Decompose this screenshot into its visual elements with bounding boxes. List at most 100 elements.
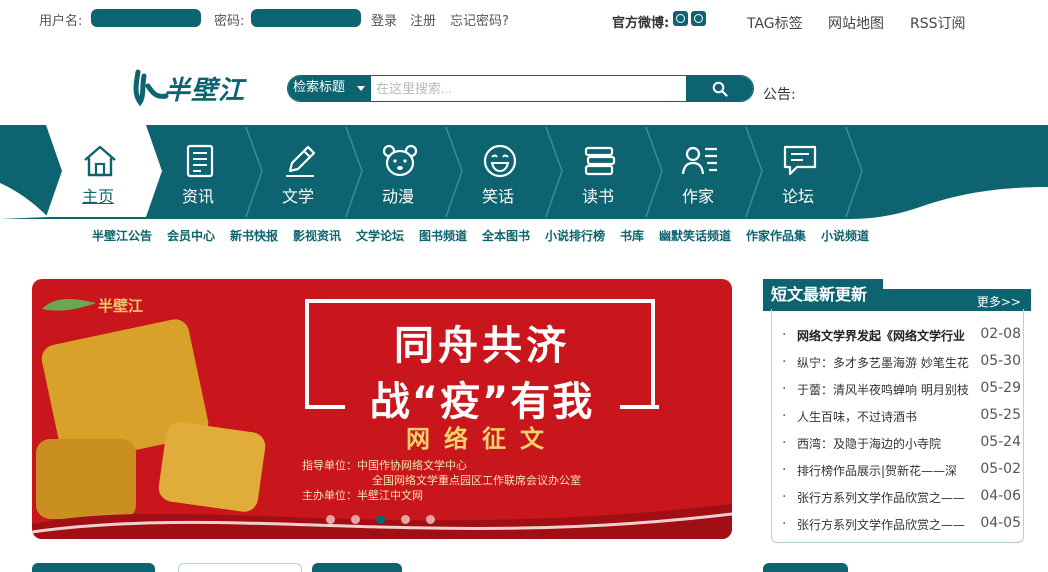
bear-icon xyxy=(382,144,418,177)
list-item-title[interactable]: 西湾：及隐于海边的小寺院 xyxy=(797,435,973,452)
nav-news[interactable]: 资讯 xyxy=(148,125,248,218)
list-item-date: 05-25 xyxy=(980,407,1021,423)
list-item-title[interactable]: 网络文学界发起《网络文学行业 xyxy=(797,327,973,344)
password-input[interactable] xyxy=(251,9,361,27)
subnav-item-new-books[interactable]: 新书快报 xyxy=(230,227,278,244)
books-icon xyxy=(584,146,616,176)
section-tab-peek-middle xyxy=(312,563,402,572)
list-item[interactable]: · 网络文学界发起《网络文学行业 02-08 xyxy=(772,326,1025,347)
sitemap-link[interactable]: 网站地图 xyxy=(828,13,884,33)
banner-ribbon xyxy=(32,504,732,539)
subnav-item-writer-works[interactable]: 作家作品集 xyxy=(746,227,806,244)
bullet-icon: · xyxy=(782,489,787,505)
subnav-item-ranking[interactable]: 小说排行榜 xyxy=(545,227,605,244)
forgot-password-link[interactable]: 忘记密码? xyxy=(450,10,509,29)
list-item[interactable]: · 人生百味，不过诗酒书 05-25 xyxy=(772,407,1025,428)
subnav-item-novels[interactable]: 小说频道 xyxy=(821,227,869,244)
chat-icon xyxy=(783,145,817,176)
weibo-label: 官方微博: xyxy=(612,16,670,31)
latest-short-articles-panel: 短文最新更新 更多>> · 网络文学界发起《网络文学行业 02-08 · 纵宁：… xyxy=(763,279,1031,543)
nav-forum[interactable]: 论坛 xyxy=(748,125,848,218)
list-item-title[interactable]: 排行榜作品展示|贺新花——深 xyxy=(797,462,973,479)
list-item[interactable]: · 排行榜作品展示|贺新花——深 05-02 xyxy=(772,461,1025,482)
list-item-title[interactable]: 张行方系列文学作品欣赏之—— xyxy=(797,516,973,533)
carousel-dot-3[interactable] xyxy=(376,515,385,524)
rss-link[interactable]: RSS订阅 xyxy=(910,13,966,33)
bullet-icon: · xyxy=(782,408,787,424)
register-link[interactable]: 注册 xyxy=(410,10,436,29)
section-tab-peek-right xyxy=(763,563,848,572)
subnav-item-humor[interactable]: 幽默笑话频道 xyxy=(659,227,731,244)
subnav-item-full-books[interactable]: 全本图书 xyxy=(482,227,530,244)
list-item[interactable]: · 纵宁：多才多艺墨海游 妙笔生花 05-30 xyxy=(772,353,1025,374)
banner-leaf-icon xyxy=(42,299,96,311)
panel-header: 短文最新更新 更多>> xyxy=(763,279,1031,311)
carousel-dot-2[interactable] xyxy=(351,515,360,524)
username-input[interactable] xyxy=(91,9,201,27)
subnav-item-books-channel[interactable]: 图书频道 xyxy=(419,227,467,244)
nav-label-reading: 读书 xyxy=(581,187,614,206)
search-input[interactable] xyxy=(374,76,684,101)
nav-label-literature: 文学 xyxy=(281,187,314,206)
nav-home[interactable]: 主页 xyxy=(48,125,148,218)
bullet-icon: · xyxy=(782,327,787,343)
site-logo[interactable]: 半壁江 xyxy=(130,66,270,108)
search-scope-select[interactable]: 检索标题 xyxy=(288,76,371,101)
nav-label-anime: 动漫 xyxy=(381,187,414,206)
list-item[interactable]: · 张行方系列文学作品欣赏之—— 04-06 xyxy=(772,488,1025,509)
tag-link[interactable]: TAG标签 xyxy=(747,13,803,33)
notice-label: 公告: xyxy=(763,87,796,103)
list-item-title[interactable]: 人生百味，不过诗酒书 xyxy=(797,408,973,425)
tencent-weibo-icon[interactable] xyxy=(691,11,706,26)
search-icon xyxy=(712,81,728,97)
bullet-icon: · xyxy=(782,462,787,478)
login-link[interactable]: 登录 xyxy=(371,10,397,29)
subnav-item-lit-forum[interactable]: 文学论坛 xyxy=(356,227,404,244)
home-icon xyxy=(84,145,116,177)
subnav-item-announcement[interactable]: 半壁江公告 xyxy=(92,227,152,244)
carousel-dot-1[interactable] xyxy=(326,515,335,524)
carousel-dot-4[interactable] xyxy=(401,515,410,524)
main-nav: 主页 资讯 文学 动漫 笑话 读书 作家 论坛 xyxy=(0,125,1048,220)
search-button[interactable] xyxy=(686,76,753,101)
nav-jokes[interactable]: 笑话 xyxy=(448,125,548,218)
password-label: 密码: xyxy=(214,14,245,29)
nav-label-news: 资讯 xyxy=(181,187,214,206)
banner-logo-text: 半壁江 xyxy=(98,297,144,315)
list-item[interactable]: · 张行方系列文学作品欣赏之—— 04-05 xyxy=(772,515,1025,536)
logo-text: 半壁江 xyxy=(164,76,246,106)
banner-org-line1: 指导单位：中国作协网络文学中心 xyxy=(302,459,467,472)
banner-title-line1: 同舟共济 xyxy=(394,323,570,369)
nav-anime[interactable]: 动漫 xyxy=(348,125,448,218)
list-item-date: 05-02 xyxy=(980,461,1021,477)
subnav-item-library[interactable]: 书库 xyxy=(620,227,644,244)
list-item-title[interactable]: 张行方系列文学作品欣赏之—— xyxy=(797,489,973,506)
nav-label-forum: 论坛 xyxy=(781,187,814,206)
smile-icon xyxy=(483,144,517,178)
subnav-item-member[interactable]: 会员中心 xyxy=(167,227,215,244)
chevron-down-icon xyxy=(357,86,365,91)
search-scope-label: 检索标题 xyxy=(293,80,346,95)
list-item-date: 05-24 xyxy=(980,434,1021,450)
section-tab-peek-outline xyxy=(178,563,302,572)
carousel-dot-5[interactable] xyxy=(426,515,435,524)
banner-carousel[interactable]: 半壁江 同舟共济 战“疫”有我 网络征文 指导单位：中国作协网络文学中心 全国网… xyxy=(32,279,732,539)
bullet-icon: · xyxy=(782,354,787,370)
panel-more-link[interactable]: 更多>> xyxy=(977,293,1021,310)
list-item-date: 05-30 xyxy=(980,353,1021,369)
weibo-icon[interactable] xyxy=(673,11,688,26)
nav-writers[interactable]: 作家 xyxy=(648,125,748,218)
list-item-date: 04-06 xyxy=(980,488,1021,504)
list-item-title[interactable]: 纵宁：多才多艺墨海游 妙笔生花 xyxy=(797,354,973,371)
top-bar: 用户名: 密码: 登录 注册 忘记密码? 官方微博: TAG标签 网站地图 RS… xyxy=(0,0,1048,36)
nav-reading[interactable]: 读书 xyxy=(548,125,648,218)
nav-literature[interactable]: 文学 xyxy=(248,125,348,218)
list-item-date: 04-05 xyxy=(980,515,1021,531)
document-icon xyxy=(186,144,214,178)
pencil-icon xyxy=(286,145,316,177)
list-item[interactable]: · 西湾：及隐于海边的小寺院 05-24 xyxy=(772,434,1025,455)
list-item-title[interactable]: 于蕾：清风半夜鸣蝉响 明月别枝 xyxy=(797,381,973,398)
subnav-item-film[interactable]: 影视资讯 xyxy=(293,227,341,244)
list-item[interactable]: · 于蕾：清风半夜鸣蝉响 明月别枝 05-29 xyxy=(772,380,1025,401)
bullet-icon: · xyxy=(782,435,787,451)
